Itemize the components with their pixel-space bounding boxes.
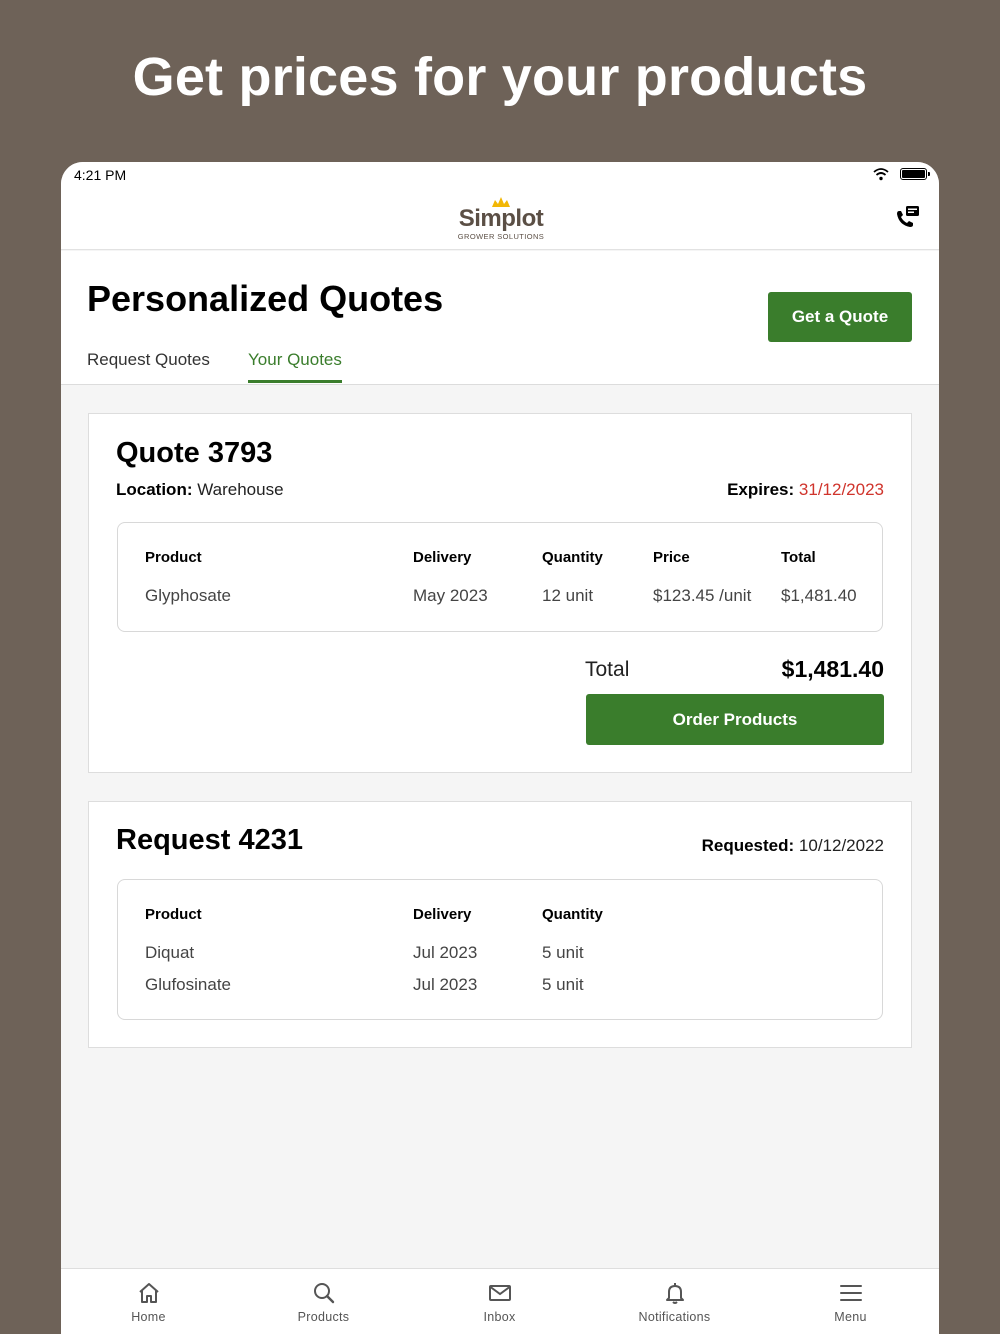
get-a-quote-button[interactable]: Get a Quote <box>768 292 912 342</box>
quote-location: Location: Warehouse <box>116 480 284 500</box>
tabbar-item-notifications[interactable]: Notifications <box>587 1269 762 1334</box>
requested-label: Requested: <box>701 836 795 855</box>
mail-icon <box>488 1285 511 1301</box>
expires-value: 31/12/2023 <box>798 480 884 499</box>
column-header-quantity: Quantity <box>542 549 603 566</box>
cell-delivery: May 2023 <box>413 586 488 605</box>
order-products-button[interactable]: Order Products <box>586 694 884 745</box>
tab-request-quotes[interactable]: Request Quotes <box>87 350 210 382</box>
contact-phone-icon[interactable] <box>893 204 921 232</box>
cell-product: Diquat <box>145 943 195 962</box>
logo-tagline: GROWER SOLUTIONS <box>457 232 545 241</box>
cell-quantity: 5 unit <box>542 975 584 994</box>
cell-product: Glufosinate <box>145 975 231 994</box>
cell-delivery: Jul 2023 <box>413 943 478 962</box>
cell-product: Glyphosate <box>145 586 231 605</box>
tab-your-quotes[interactable]: Your Quotes <box>248 350 342 383</box>
column-header-product: Product <box>145 549 202 566</box>
page-title: Personalized Quotes <box>87 278 444 319</box>
tabbar-item-products[interactable]: Products <box>236 1269 411 1334</box>
cell-quantity: 12 unit <box>542 586 594 605</box>
tabbar-label-home: Home <box>131 1310 166 1324</box>
request-title: Request 4231 <box>116 824 303 856</box>
menu-icon <box>839 1285 862 1301</box>
page-header: Personalized Quotes Get a Quote Request … <box>61 251 939 385</box>
quote-card: Quote 3793 Location: Warehouse Expires: … <box>88 413 912 773</box>
wifi-icon <box>873 168 889 181</box>
bell-icon <box>665 1283 684 1304</box>
battery-icon <box>900 168 930 180</box>
quote-items-table: Product Delivery Quantity Price Total Gl… <box>117 522 883 632</box>
home-icon <box>138 1283 159 1303</box>
tabbar-label-menu: Menu <box>834 1310 867 1324</box>
tabbar-item-menu[interactable]: Menu <box>763 1269 938 1334</box>
request-card: Request 4231 Requested: 10/12/2022 Produ… <box>88 801 912 1048</box>
quote-expires: Expires: 31/12/2023 <box>727 480 884 500</box>
location-value: Warehouse <box>197 480 284 499</box>
cell-price: $123.45 /unit <box>653 586 752 605</box>
column-header-total: Total <box>781 549 816 566</box>
column-header-quantity: Quantity <box>542 906 603 923</box>
total-value: $1,481.40 <box>781 656 884 682</box>
tabbar-item-inbox[interactable]: Inbox <box>412 1269 587 1334</box>
device-screen: 4:21 PM Simplot GROWER SOLUTIONS Persona… <box>61 162 939 1334</box>
status-time: 4:21 PM <box>74 167 127 183</box>
expires-label: Expires: <box>727 480 795 499</box>
request-requested-date: Requested: 10/12/2022 <box>702 836 884 856</box>
tabbar-label-products: Products <box>297 1310 350 1324</box>
request-items-table: Product Delivery Quantity Diquat Jul 202… <box>117 879 883 1020</box>
cell-quantity: 5 unit <box>542 943 584 962</box>
quote-title: Quote 3793 <box>116 437 273 469</box>
app-bar: Simplot GROWER SOLUTIONS <box>61 188 939 250</box>
status-bar: 4:21 PM <box>61 162 939 188</box>
bottom-tab-bar: Home Products Inbox Notifications Menu <box>61 1268 939 1334</box>
column-header-product: Product <box>145 906 202 923</box>
column-header-delivery: Delivery <box>413 549 472 566</box>
column-header-delivery: Delivery <box>413 906 472 923</box>
cell-delivery: Jul 2023 <box>413 975 478 994</box>
headline: Get prices for your products <box>132 47 868 107</box>
location-label: Location: <box>116 480 193 499</box>
column-header-price: Price <box>653 549 690 566</box>
total-label: Total <box>585 658 630 681</box>
cell-total: $1,481.40 <box>781 586 857 605</box>
simplot-logo[interactable]: Simplot GROWER SOLUTIONS <box>456 196 546 242</box>
logo-wordmark: Simplot <box>458 205 544 232</box>
tabbar-item-home[interactable]: Home <box>61 1269 236 1334</box>
requested-value: 10/12/2022 <box>798 836 884 855</box>
tabbar-label-notifications: Notifications <box>638 1310 711 1324</box>
search-icon <box>313 1283 334 1304</box>
tabbar-label-inbox: Inbox <box>483 1310 516 1324</box>
